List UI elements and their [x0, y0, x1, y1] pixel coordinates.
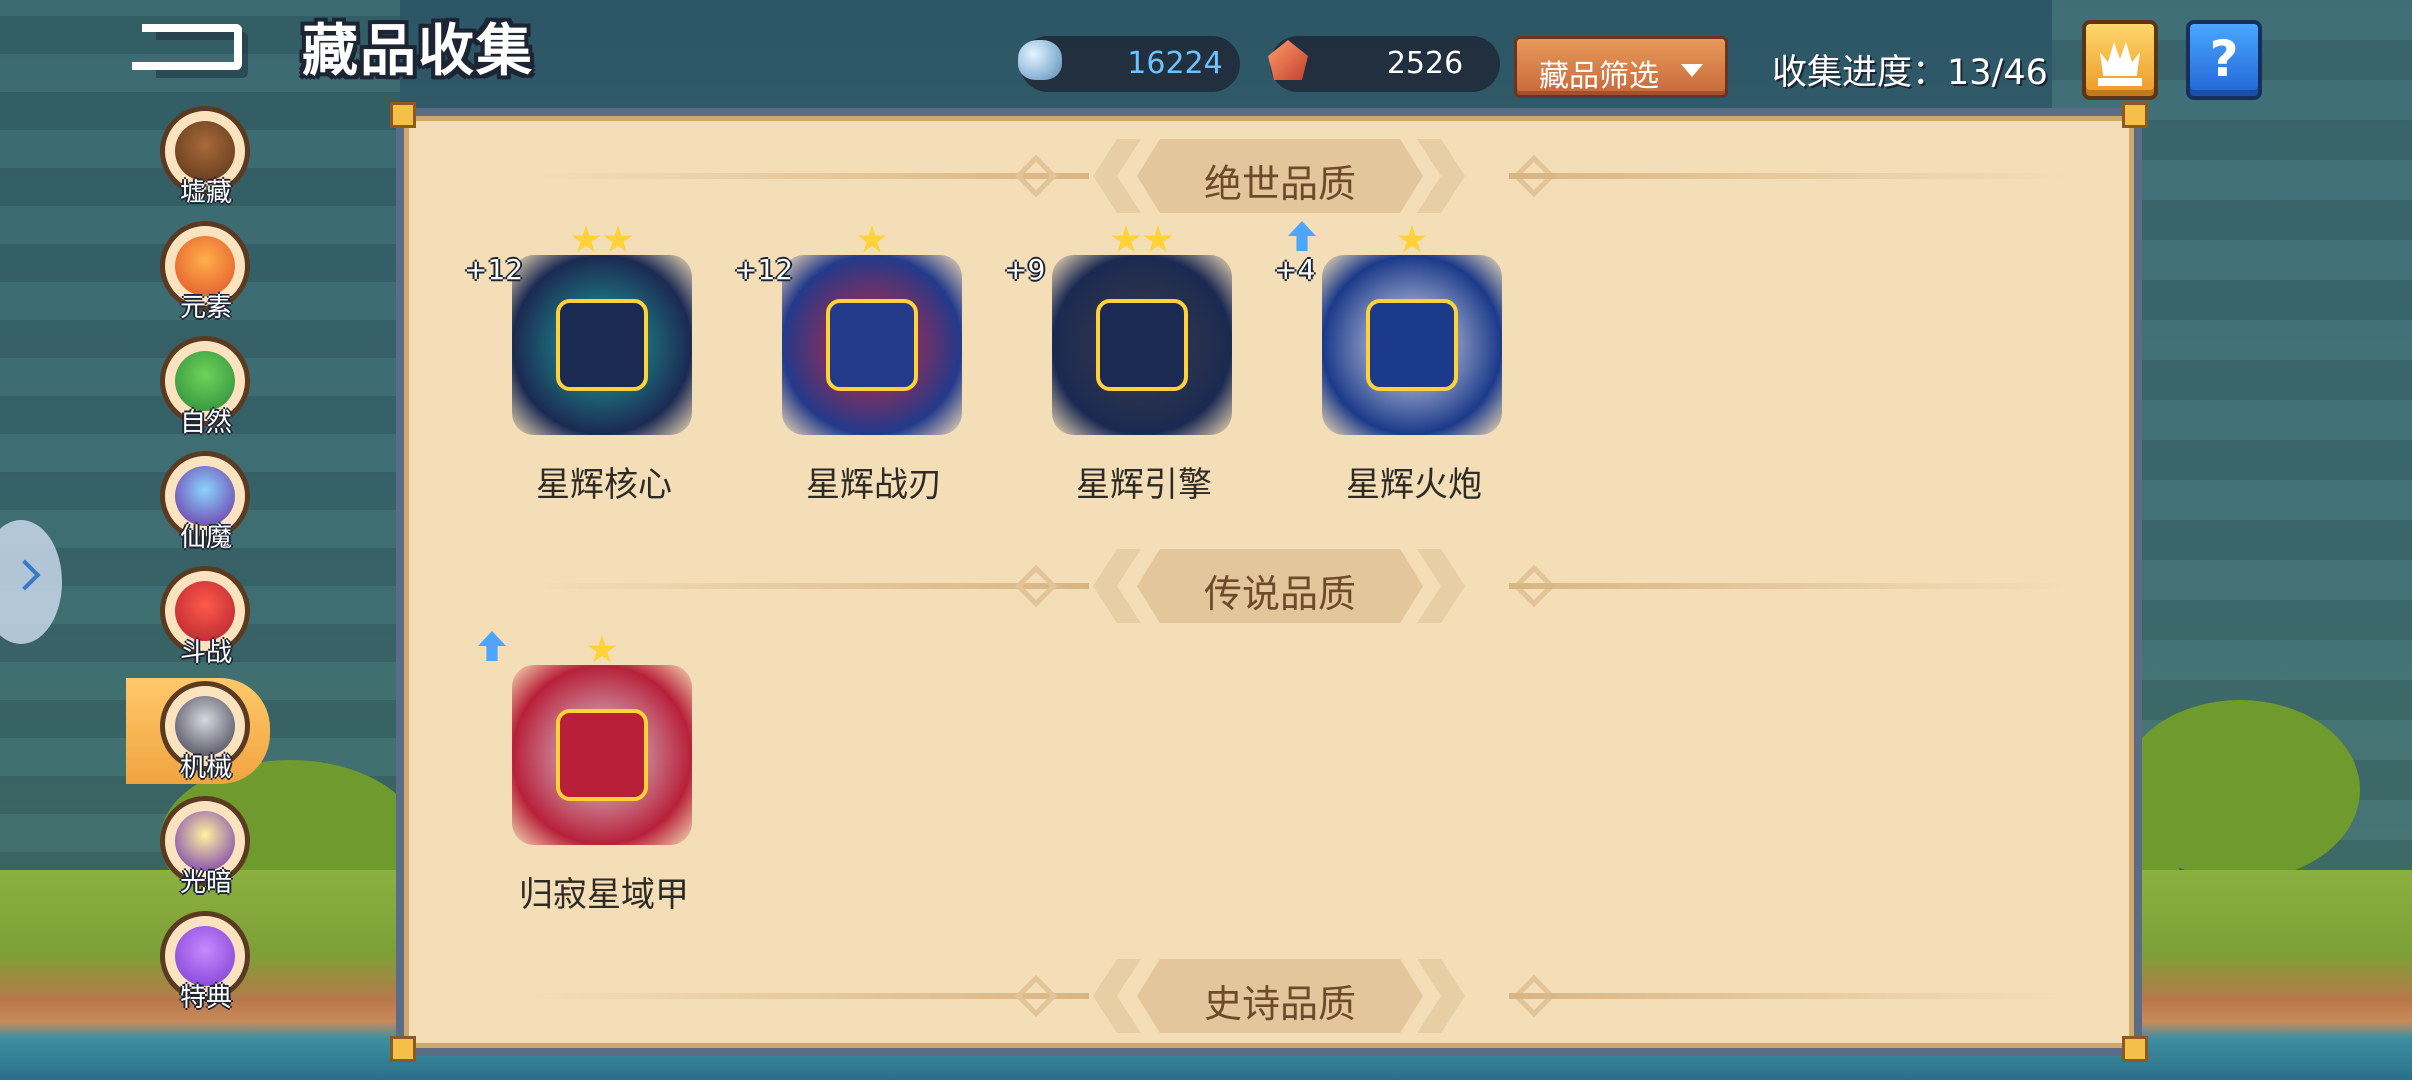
chevron-down-icon: [1681, 64, 1703, 77]
item-artwork: [512, 255, 692, 435]
star-icon: [571, 225, 601, 253]
collection-item[interactable]: +12 星辉核心: [464, 221, 704, 505]
sidebar-item-6[interactable]: 机械: [126, 675, 286, 785]
star-icon: [1111, 225, 1141, 253]
star-icon: [1397, 225, 1427, 253]
enhance-level: +12: [464, 253, 524, 286]
crown-icon: [2100, 42, 2140, 76]
sidebar-item-label: 元素: [179, 293, 232, 323]
section-header: 史诗品质: [409, 951, 2129, 1041]
sidebar-item-3[interactable]: 自然: [126, 330, 286, 440]
star-icon: [857, 225, 887, 253]
collection-list[interactable]: 绝世品质 +12 星辉核心 +12 星辉战刃 +9 星辉引擎 +4 星辉火炮传说品质归寂星域甲史…: [404, 116, 2134, 1048]
item-artwork: [1052, 255, 1232, 435]
item-artwork: [1322, 255, 1502, 435]
gem-count: 16224: [1127, 46, 1223, 81]
item-name: 星辉火炮: [1346, 465, 1482, 505]
back-arrow-icon: [132, 24, 242, 70]
sidebar-item-5[interactable]: 斗战: [126, 560, 286, 670]
gem-icon: [1010, 32, 1068, 90]
gem-counter: 16224: [1018, 36, 1240, 92]
category-sidebar: 墟藏元素自然仙魔斗战机械光暗特典: [126, 100, 286, 1080]
section-title: 绝世品质: [1203, 162, 1356, 206]
item-artwork: [782, 255, 962, 435]
sidebar-item-8[interactable]: 特典: [126, 905, 286, 1015]
chevron-right-icon: [9, 559, 41, 591]
item-name: 星辉战刃: [806, 465, 942, 505]
item-name: 星辉核心: [536, 465, 672, 505]
crystal-counter: 2526: [1268, 36, 1500, 92]
sidebar-item-label: 斗战: [179, 638, 232, 668]
star-rating: [512, 635, 692, 669]
sidebar-item-1[interactable]: 墟藏: [126, 100, 286, 210]
star-rating: [512, 225, 692, 259]
enhance-level: +4: [1274, 253, 1316, 286]
sidebar-item-label: 光暗: [179, 868, 232, 898]
item-name: 星辉引擎: [1076, 465, 1212, 505]
star-rating: [782, 225, 962, 259]
sidebar-item-2[interactable]: 元素: [126, 215, 286, 325]
sidebar-item-label: 自然: [179, 408, 232, 438]
item-artwork: [512, 665, 692, 845]
sidebar-item-label: 特典: [179, 983, 232, 1013]
star-icon: [1143, 225, 1173, 253]
collection-panel: 绝世品质 +12 星辉核心 +12 星辉战刃 +9 星辉引擎 +4 星辉火炮传说品质归寂星域甲史…: [390, 102, 2148, 1062]
upgrade-arrow-icon: [478, 631, 506, 661]
star-rating: [1052, 225, 1232, 259]
section-title: 传说品质: [1203, 572, 1356, 616]
upgrade-arrow-icon: [1288, 221, 1316, 251]
star-icon: [587, 635, 617, 663]
section-title: 史诗品质: [1203, 982, 1356, 1026]
page-title: 藏品收集: [302, 19, 534, 84]
help-button[interactable]: ?: [2186, 20, 2262, 100]
crystal-icon: [1260, 32, 1318, 90]
question-mark-icon: ?: [2209, 30, 2239, 88]
star-icon: [603, 225, 633, 253]
sidebar-item-4[interactable]: 仙魔: [126, 445, 286, 555]
sidebar-item-label: 仙魔: [179, 523, 232, 553]
crystal-count: 2526: [1386, 46, 1464, 81]
collection-filter-dropdown[interactable]: 藏品筛选: [1514, 36, 1728, 98]
collection-item[interactable]: +4 星辉火炮: [1274, 221, 1514, 505]
collection-item[interactable]: +9 星辉引擎: [1004, 221, 1244, 505]
sidebar-item-7[interactable]: 光暗: [126, 790, 286, 900]
star-rating: [1322, 225, 1502, 259]
crown-button[interactable]: [2082, 20, 2158, 100]
item-name: 归寂星域甲: [519, 875, 689, 915]
sidebar-item-label: 墟藏: [179, 178, 232, 208]
section-header: 绝世品质: [409, 131, 2129, 221]
enhance-level: +12: [734, 253, 794, 286]
collection-item[interactable]: +12 星辉战刃: [734, 221, 974, 505]
back-button[interactable]: [132, 18, 252, 78]
collection-item[interactable]: 归寂星域甲: [464, 631, 704, 915]
sidebar-item-label: 机械: [179, 753, 232, 783]
section-header: 传说品质: [409, 541, 2129, 631]
collection-progress: 收集进度：13/46: [1772, 53, 2048, 93]
enhance-level: +9: [1004, 253, 1046, 286]
filter-label: 藏品筛选: [1539, 59, 1659, 94]
